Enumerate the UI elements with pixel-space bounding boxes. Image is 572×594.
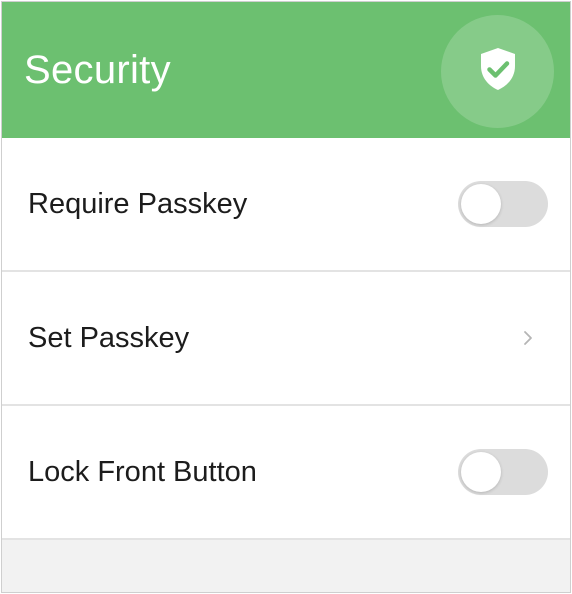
setting-require-passkey[interactable]: Require Passkey: [2, 138, 570, 272]
lock-front-button-toggle[interactable]: [458, 449, 548, 495]
setting-label: Set Passkey: [28, 321, 190, 354]
shield-check-icon: [477, 46, 519, 97]
toggle-knob: [461, 184, 501, 224]
security-header: Security: [2, 2, 570, 138]
settings-list: Require Passkey Set Passkey Lock Front B…: [2, 138, 570, 540]
setting-lock-front-button[interactable]: Lock Front Button: [2, 406, 570, 540]
require-passkey-toggle[interactable]: [458, 181, 548, 227]
setting-label: Lock Front Button: [28, 455, 257, 488]
toggle-knob: [461, 452, 501, 492]
security-screen: Security Require Passkey Set Passkey Loc…: [1, 1, 571, 593]
chevron-right-icon: [510, 320, 546, 356]
setting-label: Require Passkey: [28, 187, 248, 220]
security-badge: [441, 15, 554, 128]
setting-set-passkey[interactable]: Set Passkey: [2, 272, 570, 406]
empty-footer-area: [2, 540, 570, 592]
page-title: Security: [24, 47, 171, 92]
